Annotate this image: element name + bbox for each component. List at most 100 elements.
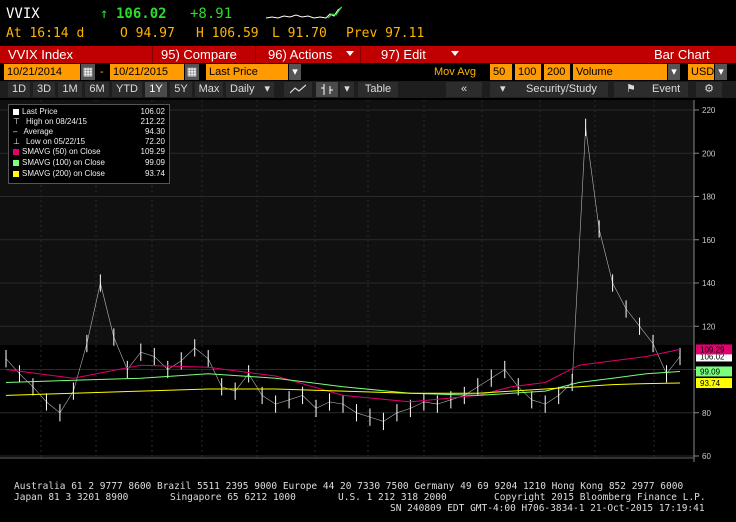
chevron-down-icon (346, 51, 354, 56)
legend-row: Last Price (13, 107, 58, 116)
tag-label: 93.74 (700, 379, 721, 388)
period-button[interactable]: 6M (85, 82, 109, 97)
quote-header: VVIX ↑ 106.02 +8.91 At 16:14 d O 94.97 H… (0, 0, 736, 41)
tag-label: 99.09 (700, 367, 721, 376)
footer-us: U.S. 1 212 318 2000 (338, 492, 447, 503)
up-arrow-icon: ↑ (100, 6, 109, 22)
ma-100-input[interactable]: 100 (515, 64, 541, 80)
legend-swatch (13, 108, 19, 115)
edit-button[interactable]: 97) Edit (360, 46, 461, 63)
y-tick-label: 80 (702, 409, 711, 418)
prev-close: Prev 97.11 (346, 26, 425, 41)
legend-value: 94.30 (144, 127, 165, 136)
tag-label: 109.29 (700, 345, 725, 354)
footer-phones: Australia 61 2 9777 8600 Brazil 5511 239… (14, 481, 684, 492)
actions-button[interactable]: 96) Actions (255, 46, 356, 63)
legend-row: ⊥ Low on 05/22/15 (13, 137, 86, 146)
footer-copyright: Copyright 2015 Bloomberg Finance L.P. (494, 492, 706, 503)
high-marker-icon: ⊤ (13, 117, 20, 126)
high-price: H 106.59 (196, 26, 259, 41)
legend-value: 109.29 (140, 147, 165, 156)
legend-swatch (13, 170, 19, 177)
currency-select[interactable]: USD (688, 64, 714, 80)
period-button[interactable]: 1M (58, 82, 82, 97)
chevron-down-icon (451, 51, 459, 56)
study-select[interactable]: Volume (573, 64, 667, 80)
bar-chart-icon[interactable] (316, 82, 338, 97)
legend-row: SMAVG (100) on Close (13, 158, 105, 167)
table-button[interactable]: Table (358, 82, 398, 97)
y-tick-label: 60 (702, 452, 711, 461)
legend-row: – Average (13, 127, 54, 136)
chevron-down-icon: ▾ (500, 83, 506, 95)
legend-row: ⊤ High on 08/24/15 (13, 117, 87, 126)
legend-value: 99.09 (144, 158, 165, 167)
chevron-down-icon[interactable]: ▾ (715, 64, 727, 80)
chevron-down-icon[interactable]: ▾ (289, 64, 301, 80)
security-title: VVIX Index (8, 47, 74, 62)
chevron-down-icon: ▾ (264, 83, 270, 95)
legend-row: SMAVG (200) on Close (13, 169, 105, 178)
calendar-icon[interactable]: ▦ (185, 64, 199, 80)
legend-value: 212.22 (140, 117, 165, 126)
low-marker-icon: ⊥ (13, 137, 20, 146)
legend-value: 93.74 (144, 169, 165, 178)
y-tick-label: 140 (702, 279, 716, 288)
start-date-input[interactable]: 10/21/2014 (4, 64, 80, 80)
ma-200-input[interactable]: 200 (544, 64, 570, 80)
chart-legend: Last Price 106.02 ⊤ High on 08/24/15 212.… (8, 104, 170, 184)
gear-icon[interactable]: ⚙ (696, 82, 722, 97)
flag-icon: ⚑ (626, 83, 636, 95)
last-value-tag: 93.74 (696, 378, 732, 389)
chevron-down-icon[interactable]: ▾ (668, 64, 680, 80)
line-chart-icon[interactable] (284, 82, 312, 97)
legend-value: 72.20 (144, 137, 165, 146)
menu-bar: VVIX Index 95) Compare 96) Actions 97) E… (0, 46, 736, 63)
y-tick-label: 200 (702, 149, 716, 158)
y-tick-label: 180 (702, 193, 716, 202)
date-separator: - (100, 66, 104, 78)
compare-button[interactable]: 95) Compare (152, 46, 253, 63)
footer-singapore: Singapore 65 6212 1000 (170, 492, 296, 503)
legend-swatch (13, 159, 19, 166)
chart-toolbar: 1D 3D 1M 6M YTD 1Y 5Y Max Daily ▾ ▾ Table… (0, 81, 736, 98)
frequency-select[interactable]: Daily ▾ (226, 82, 274, 97)
ticker: VVIX (6, 6, 40, 22)
calendar-icon[interactable]: ▦ (81, 64, 95, 80)
legend-row: SMAVG (50) on Close (13, 147, 101, 156)
chevron-down-icon[interactable]: ▾ (340, 82, 354, 97)
mov-avg-label: Mov Avg (434, 66, 476, 78)
ma-50-input[interactable]: 50 (490, 64, 512, 80)
period-button-selected[interactable]: 1Y (145, 82, 167, 97)
sparkline-icon (266, 6, 342, 19)
chart-inputs: 10/21/2014 ▦ - 10/21/2015 ▦ Last Price ▾… (0, 64, 736, 81)
security-study-button[interactable]: ▾ Security/Study (490, 82, 608, 97)
event-button[interactable]: ⚑ Event (614, 82, 688, 97)
last-price: 106.02 (116, 6, 167, 22)
open-price: O 94.97 (120, 26, 175, 41)
low-price: L 91.70 (272, 26, 327, 41)
legend-swatch (13, 148, 19, 155)
period-button[interactable]: Max (195, 82, 223, 97)
footer-session: SN 240809 EDT GMT-4:00 H706-3834-1 21-Oc… (390, 503, 705, 514)
footer-japan: Japan 81 3 3201 8900 (14, 492, 129, 503)
period-button[interactable]: YTD (112, 82, 142, 97)
footer: Australia 61 2 9777 8600 Brazil 5511 239… (0, 480, 736, 522)
chart-type-label: Bar Chart (654, 47, 710, 62)
period-button[interactable]: 1D (8, 82, 30, 97)
average-marker-icon: – (13, 127, 18, 136)
field-select[interactable]: Last Price (206, 64, 288, 80)
end-date-input[interactable]: 10/21/2015 (110, 64, 184, 80)
last-value-tag: 109.29 (696, 344, 732, 355)
y-tick-label: 120 (702, 322, 716, 331)
legend-value: 106.02 (140, 107, 165, 116)
y-tick-label: 160 (702, 236, 716, 245)
period-button[interactable]: 3D (33, 82, 55, 97)
period-button[interactable]: 5Y (170, 82, 192, 97)
price-change: +8.91 (190, 6, 233, 22)
quote-time: At 16:14 d (6, 26, 85, 41)
y-axis: 6080100120140160180200220 (693, 100, 716, 462)
y-tick-label: 220 (702, 106, 716, 115)
scroll-left-icon[interactable]: « (446, 82, 482, 97)
last-value-tag: 99.09 (696, 366, 732, 377)
